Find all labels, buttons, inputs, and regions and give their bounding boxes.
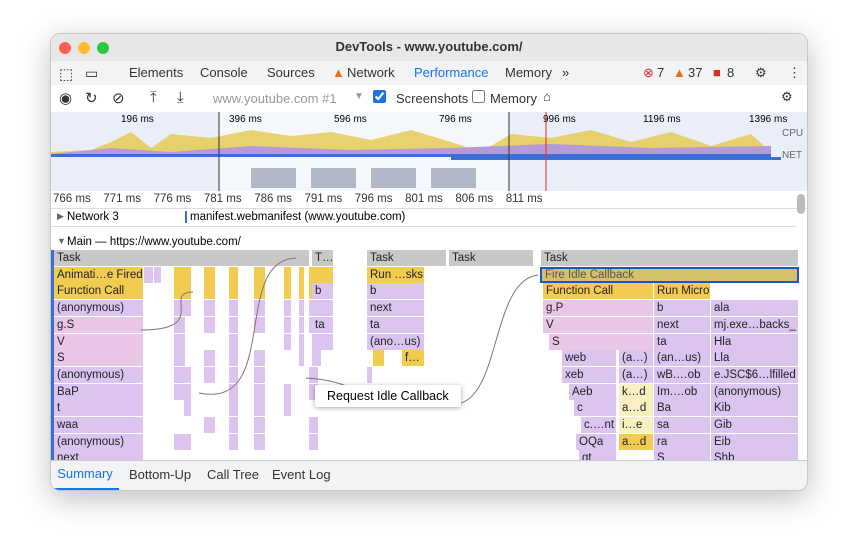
- issue-icon: ■: [713, 65, 721, 80]
- ruler-tick: 786 ms: [254, 193, 292, 205]
- ruler-tick: 781 ms: [204, 193, 242, 205]
- screenshots-checkbox[interactable]: [373, 90, 386, 103]
- tab-memory[interactable]: Memory: [505, 65, 552, 80]
- chevron-down-icon: ▼: [354, 91, 364, 102]
- overview-tick: 596 ms: [334, 114, 367, 125]
- cpu-label: CPU: [782, 128, 803, 139]
- inspect-element-icon[interactable]: ⬚: [59, 65, 73, 83]
- overview-tick: 796 ms: [439, 114, 472, 125]
- close-button[interactable]: [59, 42, 71, 54]
- tab-elements[interactable]: Elements: [129, 65, 183, 80]
- tab-summary[interactable]: Summary: [51, 461, 119, 490]
- net-label: NET: [782, 150, 802, 161]
- ruler-tick: 766 ms: [53, 193, 91, 205]
- device-toolbar-icon[interactable]: ▭: [85, 65, 98, 82]
- overview-tick: 1196 ms: [643, 114, 681, 125]
- window-title: DevTools - www.youtube.com/: [335, 39, 522, 54]
- clear-icon[interactable]: ⊘: [112, 89, 125, 107]
- tab-call-tree[interactable]: Call Tree: [207, 467, 259, 482]
- network-track-label: Network 3: [67, 211, 119, 223]
- ruler-tick: 796 ms: [355, 193, 393, 205]
- network-track[interactable]: ▶ Network 3 manifest.webmanifest (www.yo…: [51, 209, 796, 227]
- settings-icon[interactable]: ⚙: [755, 65, 767, 81]
- warning-icon: ▲: [673, 65, 686, 80]
- title-bar: DevTools - www.youtube.com/: [51, 34, 807, 61]
- devtools-window: DevTools - www.youtube.com/ ⬚ ▭ Elements…: [50, 33, 808, 491]
- ruler-tick: 811 ms: [506, 193, 543, 205]
- overview-tick: 996 ms: [543, 114, 576, 125]
- garbage-collect-icon[interactable]: ⌂: [543, 89, 551, 104]
- panel-tabs: ⬚ ▭ Elements Console Sources ▲ Network P…: [51, 61, 807, 86]
- ruler-tick: 771 ms: [103, 193, 141, 205]
- ruler-tick: 806 ms: [455, 193, 493, 205]
- tab-sources[interactable]: Sources: [267, 65, 315, 80]
- ruler-tick: 776 ms: [154, 193, 192, 205]
- tab-bottom-up[interactable]: Bottom-Up: [129, 467, 191, 482]
- network-request[interactable]: manifest.webmanifest (www.youtube.com): [185, 211, 405, 223]
- tooltip: Request Idle Callback: [315, 385, 461, 407]
- record-icon[interactable]: ◉: [59, 89, 72, 107]
- tab-performance[interactable]: Performance: [414, 65, 488, 87]
- ruler-tick: 801 ms: [405, 193, 443, 205]
- main-track-header[interactable]: ▼ Main — https://www.youtube.com/: [51, 234, 796, 250]
- minimize-button[interactable]: [78, 42, 90, 54]
- issue-count[interactable]: 8: [727, 65, 734, 80]
- more-tabs-icon[interactable]: »: [562, 65, 569, 80]
- flow-arrows: [51, 250, 807, 460]
- scrollbar[interactable]: [797, 194, 805, 214]
- tab-console[interactable]: Console: [200, 65, 248, 80]
- overview-tick: 1396 ms: [749, 114, 787, 125]
- warning-icon: ▲: [332, 65, 345, 80]
- upload-icon[interactable]: ⤒: [150, 89, 157, 106]
- overview-tick: 196 ms: [121, 114, 154, 125]
- bottom-tabs: Summary Bottom-Up Call Tree Event Log: [51, 460, 807, 491]
- performance-toolbar: ◉ ↻ ⊘ ⤒ ⤓ www.youtube.com #1 ▼ Screensho…: [51, 85, 807, 113]
- warning-count[interactable]: 37: [688, 65, 702, 80]
- memory-checkbox[interactable]: [472, 90, 485, 103]
- expand-icon[interactable]: ▶: [57, 211, 64, 222]
- recording-select[interactable]: www.youtube.com #1: [213, 91, 337, 106]
- capture-settings-icon[interactable]: ⚙: [781, 89, 793, 105]
- overview-tick: 396 ms: [229, 114, 262, 125]
- time-ruler: 766 ms 771 ms 776 ms 781 ms 786 ms 791 ms 796 …: [51, 191, 807, 209]
- maximize-button[interactable]: [97, 42, 109, 54]
- more-options-icon[interactable]: ⋮: [788, 65, 801, 81]
- reload-record-icon[interactable]: ↻: [85, 89, 98, 107]
- main-track-label: Main — https://www.youtube.com/: [67, 236, 241, 248]
- timeline-overview[interactable]: 196 ms 396 ms 596 ms 796 ms 996 ms 1196 …: [51, 112, 807, 191]
- collapse-icon[interactable]: ▼: [57, 236, 66, 246]
- tab-event-log[interactable]: Event Log: [272, 467, 331, 482]
- tab-network[interactable]: Network: [347, 65, 395, 80]
- screenshots-label: Screenshots: [396, 91, 468, 106]
- ruler-tick: 791 ms: [305, 193, 343, 205]
- error-count[interactable]: 7: [657, 65, 664, 80]
- error-icon: ⊗: [643, 65, 654, 81]
- memory-label: Memory: [490, 91, 537, 106]
- download-icon[interactable]: ⤓: [177, 89, 184, 106]
